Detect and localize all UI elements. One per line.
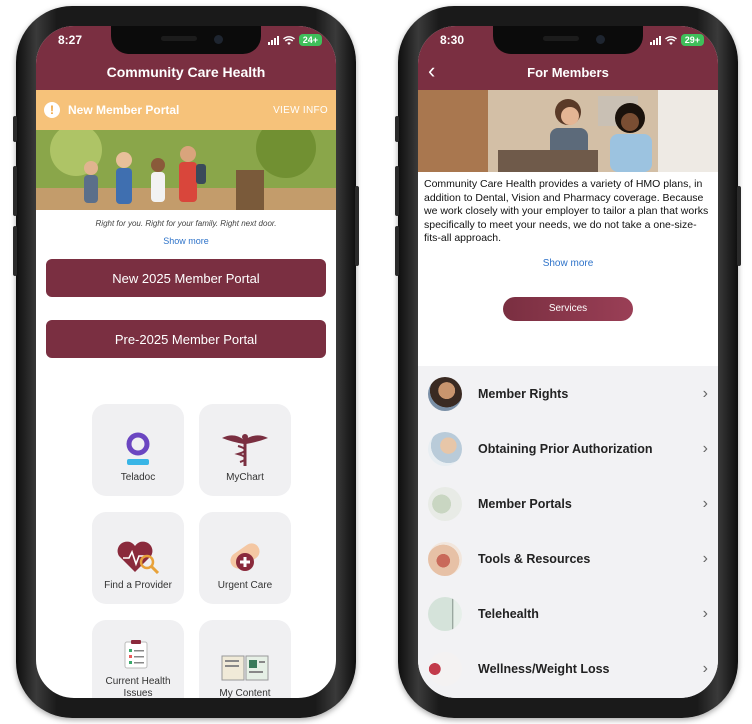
status-time: 8:27 bbox=[58, 33, 83, 47]
caduceus-icon bbox=[222, 434, 268, 466]
list-item-label: Tools & Resources bbox=[478, 551, 591, 566]
chevron-right-icon: › bbox=[702, 659, 708, 677]
signal-icon bbox=[649, 35, 661, 45]
list-item-member-rights[interactable]: Member Rights › bbox=[418, 366, 718, 421]
volume-up-button bbox=[13, 166, 17, 216]
tile-my-content[interactable]: My Content bbox=[199, 620, 291, 698]
chevron-right-icon: › bbox=[702, 549, 708, 567]
tile-label: Find a Provider bbox=[104, 580, 172, 591]
right-screen: 8:30 29+ ‹ For Members Community Care He… bbox=[418, 26, 718, 698]
wifi-icon bbox=[664, 35, 677, 45]
battery-indicator: 24+ bbox=[298, 34, 322, 46]
power-button bbox=[737, 186, 741, 266]
page-title: For Members bbox=[527, 64, 609, 80]
battery-indicator: 29+ bbox=[680, 34, 704, 46]
tile-mychart[interactable]: MyChart bbox=[199, 404, 291, 496]
left-phone: 8:27 24+ Community Care Health ! New Mem… bbox=[13, 6, 359, 718]
tagline: Right for you. Right for your family. Ri… bbox=[95, 219, 277, 228]
volume-down-button bbox=[13, 226, 17, 276]
pre-member-portal-button[interactable]: Pre-2025 Member Portal bbox=[46, 320, 326, 358]
book-icon bbox=[221, 655, 269, 681]
power-button bbox=[355, 186, 359, 266]
banner-message: New Member Portal bbox=[68, 103, 180, 117]
list-item-label: Member Portals bbox=[478, 496, 572, 511]
tile-label: MyChart bbox=[226, 472, 264, 483]
members-description: Community Care Health provides a variety… bbox=[424, 178, 709, 244]
show-more-link[interactable]: Show more bbox=[418, 258, 718, 269]
show-more-link[interactable]: Show more bbox=[36, 236, 336, 246]
mute-switch bbox=[395, 116, 399, 142]
volume-up-button bbox=[395, 166, 399, 216]
list-item-label: Obtaining Prior Authorization bbox=[478, 441, 653, 456]
view-info-link[interactable]: VIEW INFO bbox=[273, 105, 328, 116]
list-item-label: Telehealth bbox=[478, 606, 539, 621]
chevron-left-icon[interactable]: ‹ bbox=[428, 58, 435, 84]
members-hero-image bbox=[418, 90, 718, 172]
list-item-label: Wellness/Weight Loss bbox=[478, 661, 610, 676]
checklist-icon bbox=[124, 640, 148, 669]
chevron-right-icon: › bbox=[702, 439, 708, 457]
services-button[interactable]: Services bbox=[503, 296, 633, 321]
tools-resources-thumbnail bbox=[428, 541, 462, 576]
tile-current-health-issues[interactable]: Current Health Issues bbox=[92, 620, 184, 698]
wellness-thumbnail bbox=[428, 651, 462, 686]
mute-switch bbox=[13, 116, 17, 142]
bandage-icon bbox=[230, 543, 260, 571]
list-item-tools-resources[interactable]: Tools & Resources › bbox=[418, 531, 718, 586]
volume-down-button bbox=[395, 226, 399, 276]
chevron-right-icon: › bbox=[702, 604, 708, 622]
status-time: 8:30 bbox=[440, 33, 465, 47]
heart-search-icon bbox=[117, 541, 160, 574]
new-member-portal-button[interactable]: New 2025 Member Portal bbox=[46, 259, 326, 297]
tile-label: Teladoc bbox=[120, 472, 156, 483]
left-screen: 8:27 24+ Community Care Health ! New Mem… bbox=[36, 26, 336, 698]
right-phone: 8:30 29+ ‹ For Members Community Care He… bbox=[395, 6, 741, 718]
wifi-icon bbox=[282, 35, 295, 45]
list-item-telehealth[interactable]: Telehealth › bbox=[418, 586, 718, 641]
notch bbox=[493, 26, 643, 54]
member-portal-banner[interactable]: ! New Member Portal VIEW INFO bbox=[36, 90, 336, 130]
list-item-wellness[interactable]: Wellness/Weight Loss › bbox=[418, 641, 718, 696]
signal-icon bbox=[267, 35, 279, 45]
list-item-label: Member Rights bbox=[478, 386, 569, 401]
teladoc-icon bbox=[126, 432, 150, 465]
tile-label: Current Health Issues bbox=[105, 676, 171, 698]
tile-urgent-care[interactable]: Urgent Care bbox=[199, 512, 291, 604]
chevron-right-icon: › bbox=[702, 494, 708, 512]
prior-authorization-thumbnail bbox=[428, 431, 462, 466]
telehealth-thumbnail bbox=[428, 596, 462, 631]
family-hero-image bbox=[36, 130, 336, 210]
tile-find-provider[interactable]: Find a Provider bbox=[92, 512, 184, 604]
notch bbox=[111, 26, 261, 54]
tile-label: My Content bbox=[219, 688, 271, 698]
member-rights-thumbnail bbox=[428, 376, 462, 411]
member-portals-thumbnail bbox=[428, 486, 462, 521]
tile-teladoc[interactable]: Teladoc bbox=[92, 404, 184, 496]
chevron-right-icon: › bbox=[702, 384, 708, 402]
warning-icon: ! bbox=[44, 102, 60, 118]
tile-label: Urgent Care bbox=[217, 580, 273, 591]
page-title: Community Care Health bbox=[106, 64, 266, 80]
list-item-member-portals[interactable]: Member Portals › bbox=[418, 476, 718, 531]
services-list: Member Rights › Obtaining Prior Authoriz… bbox=[418, 366, 718, 698]
list-item-prior-authorization[interactable]: Obtaining Prior Authorization › bbox=[418, 421, 718, 476]
